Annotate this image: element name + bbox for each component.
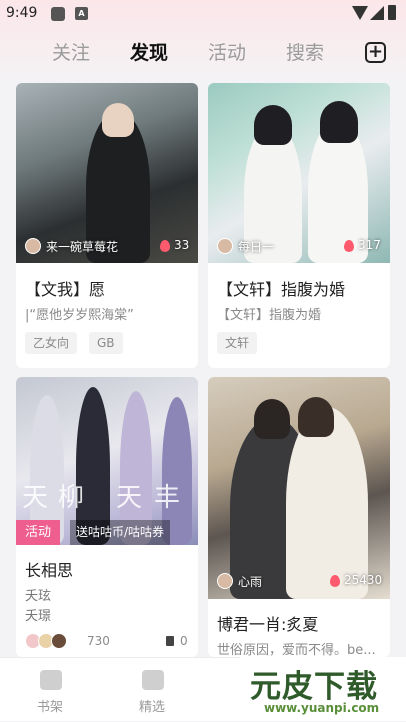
notification-icon (51, 7, 65, 21)
author-avatar (217, 573, 233, 589)
plus-square-icon[interactable]: + (365, 42, 386, 63)
figure-head (298, 397, 334, 437)
author-avatar (25, 238, 41, 254)
tag-chip[interactable]: 文轩 (217, 332, 258, 354)
card-subtitle: 世俗原因，爱而不得。be... (217, 643, 376, 657)
figure-head (320, 101, 358, 143)
card-line: 夭玹 (25, 589, 52, 604)
cover-text: 天 (116, 483, 145, 513)
fire-icon (344, 240, 354, 252)
card-title: 【文我】愿 (25, 280, 106, 299)
nav-label: 精选 (138, 700, 165, 715)
figure-head (102, 103, 134, 137)
watermark-site: www.yuanpi.com (264, 701, 380, 715)
fire-icon (330, 575, 340, 587)
tab-discover[interactable]: 发现 (130, 38, 168, 65)
participant-count: 730 (87, 634, 110, 648)
activity-badge: 活动 (16, 520, 61, 545)
status-bar: 9:49 A (0, 0, 406, 28)
story-card[interactable]: 天 柳 天 丰 活动 送咕咕币/咕咕券 长相思 夭玹 夭璟 730 0 (16, 377, 198, 657)
like-count: 317 (358, 238, 381, 252)
nav-bookshelf[interactable]: 书架 (20, 658, 80, 722)
nav-label: 书架 (36, 700, 63, 715)
tab-activity[interactable]: 活动 (208, 38, 246, 65)
figure-head (254, 399, 290, 439)
top-tabs: 关注 发现 活动 搜索 + (0, 38, 406, 70)
cover-image (208, 83, 390, 263)
card-subtitle: |“愿他岁岁熙海棠” (25, 308, 134, 323)
bookshelf-icon (40, 670, 62, 690)
card-title: 长相思 (25, 561, 74, 580)
activity-reward-text: 送咕咕币/咕咕券 (70, 520, 171, 545)
author-avatar (217, 238, 233, 254)
fire-icon (160, 240, 170, 252)
story-card[interactable]: 每日一 317 【文轩】指腹为婚 【文轩】指腹为婚 文轩 (208, 83, 390, 368)
author-name: 心雨 (238, 575, 263, 589)
cover-text: 柳 (58, 483, 87, 513)
cover-image (208, 377, 390, 599)
tab-following[interactable]: 关注 (52, 38, 90, 65)
like-count: 25430 (344, 573, 383, 587)
story-card[interactable]: 来一碗草莓花 33 【文我】愿 |“愿他岁岁熙海棠” 乙女向 GB (16, 83, 198, 368)
cover-text: 丰 (154, 483, 183, 513)
app-notification-icon: A (75, 7, 88, 20)
cover-image (16, 83, 198, 263)
nav-featured[interactable]: 精选 (122, 658, 182, 722)
book-icon (166, 636, 174, 646)
watermark-title: 元皮下载 (250, 669, 378, 705)
star-icon (142, 670, 164, 690)
tag-chip[interactable]: 乙女向 (25, 332, 78, 354)
card-line: 夭璟 (25, 609, 52, 624)
status-time: 9:49 (6, 5, 38, 21)
cover-text: 天 (22, 483, 51, 513)
tag-chip[interactable]: GB (89, 332, 123, 354)
author-name: 每日一 (238, 240, 275, 254)
signal-icon (370, 6, 384, 20)
figure-head (254, 105, 292, 145)
card-title: 【文轩】指腹为婚 (217, 280, 346, 299)
story-card[interactable]: 心雨 25430 博君一肖:炙夏 世俗原因，爱而不得。be... (208, 377, 390, 657)
participant-avatar (51, 633, 67, 649)
wifi-icon (352, 6, 368, 20)
battery-icon (388, 5, 396, 20)
author-name: 来一碗草莓花 (46, 240, 119, 254)
card-subtitle: 【文轩】指腹为婚 (217, 308, 322, 323)
watermark: 元皮下载 www.yuanpi.com (240, 657, 406, 721)
tab-search[interactable]: 搜索 (286, 38, 324, 65)
chapter-count: 0 (180, 634, 188, 648)
card-title: 博君一肖:炙夏 (217, 615, 319, 634)
like-count: 33 (174, 238, 190, 252)
